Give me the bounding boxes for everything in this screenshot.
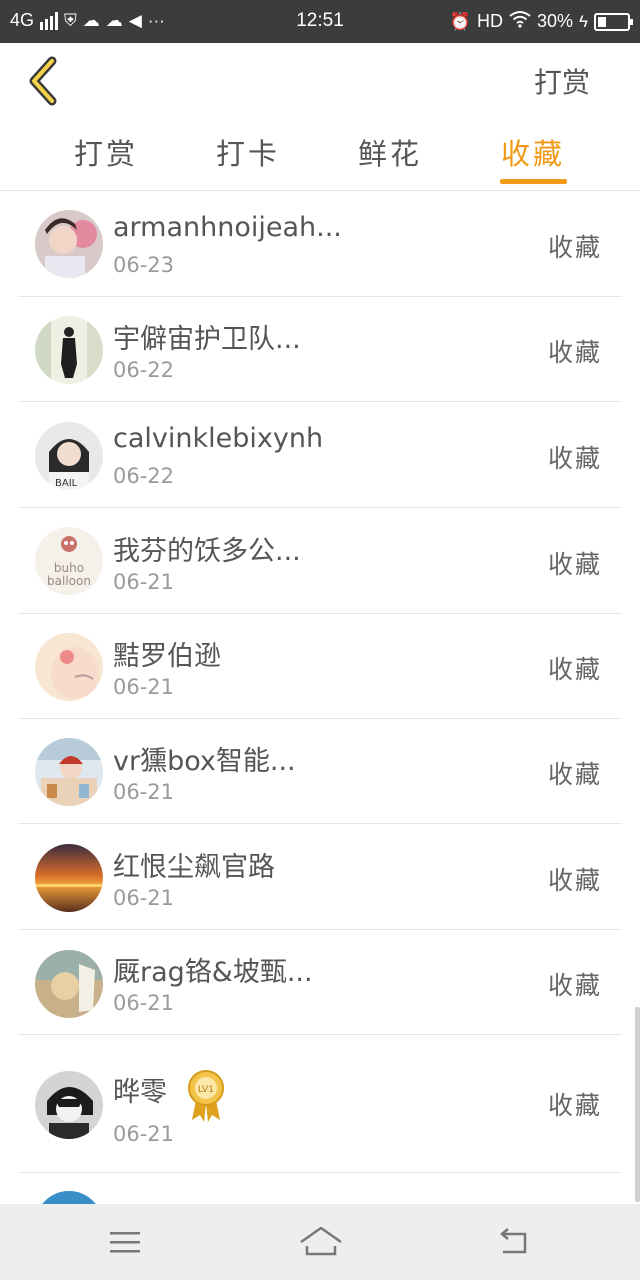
- favorite-date: 06-21: [113, 675, 175, 699]
- favorite-date: 06-21: [113, 1122, 175, 1146]
- back-arrow-icon: [29, 56, 57, 106]
- favorite-label: 收藏: [547, 338, 602, 367]
- user-name: 晔零: [113, 1077, 167, 1108]
- favorite-label: 收藏: [547, 550, 602, 579]
- list-item[interactable]: [18, 1173, 622, 1204]
- avatar: [35, 210, 103, 278]
- user-name: 红恨尘飙官路: [113, 852, 275, 883]
- favorites-list: armanhnoijeah... 06-23 收藏 宇僻宙护卫队... 06-2…: [0, 192, 640, 1204]
- tab-flowers[interactable]: 鲜花: [330, 131, 450, 173]
- avatar: [35, 950, 103, 1018]
- user-name: armanhnoijeah...: [113, 212, 342, 243]
- battery-icon: [594, 12, 633, 31]
- avatar: buho balloon: [35, 527, 103, 595]
- level-badge-icon: LV1: [186, 1070, 226, 1122]
- home-button[interactable]: [298, 1224, 344, 1260]
- favorite-date: 06-22: [113, 358, 175, 382]
- home-icon: [300, 1226, 342, 1256]
- tab-bar: 打赏 打卡 鲜花 收藏: [0, 131, 640, 191]
- favorite-date: 06-21: [113, 991, 175, 1015]
- list-item[interactable]: vr獯box智能... 06-21 收藏: [18, 719, 622, 824]
- back-button[interactable]: [22, 55, 66, 107]
- avatar: [35, 1191, 103, 1204]
- status-bar: 4G ⛨ ☁ ☁ ◀ ··· 12:51 ⏰ HD 30% ϟ: [0, 0, 640, 43]
- favorite-date: 06-21: [113, 886, 175, 910]
- favorite-date: 06-23: [113, 253, 175, 277]
- favorite-label: 收藏: [547, 971, 602, 1000]
- reward-action-button[interactable]: 打赏: [534, 61, 590, 101]
- favorite-date: 06-22: [113, 464, 175, 488]
- list-item[interactable]: 晔零 LV1 06-21 收藏: [18, 1036, 622, 1173]
- list-item[interactable]: buho balloon 我芬的饫多公... 06-21 收藏: [18, 509, 622, 614]
- scrollbar[interactable]: [635, 1007, 640, 1202]
- back-nav-button[interactable]: [495, 1224, 535, 1260]
- list-item[interactable]: BAIL calvinklebixynh 06-22 收藏: [18, 403, 622, 508]
- avatar: [35, 844, 103, 912]
- charging-icon: ϟ: [579, 11, 588, 31]
- list-item[interactable]: 红恨尘飙官路 06-21 收藏: [18, 825, 622, 930]
- avatar-text-line-1: buho: [54, 561, 84, 575]
- header: 打赏 打赏 打卡 鲜花 收藏: [0, 43, 640, 191]
- list-item[interactable]: 宇僻宙护卫队... 06-22 收藏: [18, 297, 622, 402]
- user-name: 厩rag铬&坡甄...: [113, 957, 313, 988]
- hd-label: HD: [476, 11, 503, 31]
- user-name: 宇僻宙护卫队...: [113, 324, 301, 355]
- user-name: calvinklebixynh: [113, 423, 324, 454]
- favorite-date: 06-21: [113, 570, 175, 594]
- tab-reward[interactable]: 打赏: [46, 131, 166, 173]
- tab-favorites[interactable]: 收藏: [473, 131, 593, 173]
- alarm-icon: ⏰: [449, 11, 471, 31]
- avatar-text-line-2: balloon: [47, 574, 91, 588]
- list-item[interactable]: 厩rag铬&坡甄... 06-21 收藏: [18, 930, 622, 1035]
- menu-button[interactable]: [105, 1224, 145, 1260]
- favorite-label: 收藏: [547, 233, 602, 262]
- avatar: [35, 738, 103, 806]
- user-name: 黠罗伯逊: [113, 641, 221, 672]
- wifi-icon: [509, 10, 531, 33]
- favorite-label: 收藏: [547, 1091, 602, 1120]
- user-name: vr獯box智能...: [113, 746, 296, 777]
- favorite-date: 06-21: [113, 780, 175, 804]
- favorite-label: 收藏: [547, 760, 602, 789]
- svg-text:BAIL: BAIL: [55, 478, 78, 489]
- user-name: 我芬的饫多公...: [113, 536, 301, 567]
- favorite-label: 收藏: [547, 866, 602, 895]
- menu-icon: [110, 1232, 140, 1253]
- system-nav-bar: [0, 1204, 640, 1280]
- level-badge-text: LV1: [198, 1085, 214, 1095]
- avatar: [35, 1071, 103, 1139]
- list-item[interactable]: armanhnoijeah... 06-23 收藏: [18, 192, 622, 297]
- battery-percent: 30%: [536, 11, 573, 31]
- avatar: BAIL: [35, 422, 103, 490]
- avatar: [35, 633, 103, 701]
- return-icon: [500, 1228, 527, 1254]
- favorite-label: 收藏: [547, 444, 602, 473]
- favorite-label: 收藏: [547, 655, 602, 684]
- avatar: [35, 316, 103, 384]
- list-item[interactable]: 黠罗伯逊 06-21 收藏: [18, 614, 622, 719]
- tab-checkin[interactable]: 打卡: [188, 131, 308, 173]
- active-tab-indicator: [500, 179, 567, 184]
